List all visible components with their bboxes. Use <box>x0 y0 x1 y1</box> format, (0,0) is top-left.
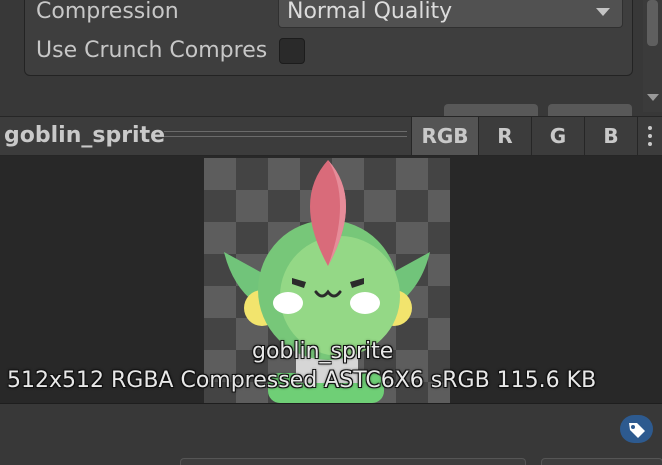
compression-dropdown[interactable]: Normal Quality <box>278 0 623 28</box>
channel-r-button[interactable]: R <box>478 117 531 155</box>
inspector-scrollbar[interactable] <box>643 0 662 112</box>
compression-label: Compression <box>36 0 179 24</box>
channel-b-button[interactable]: B <box>584 117 637 155</box>
preview-overlay-name: goblin_sprite <box>252 339 394 364</box>
texture-preview-area: goblin_sprite 512x512 RGBA Compressed AS… <box>0 156 662 403</box>
preview-toolbar: goblin_sprite RGB R G B <box>0 116 662 156</box>
import-settings-panel: Compression Normal Quality Use Crunch Co… <box>24 0 633 76</box>
crunch-compression-checkbox[interactable] <box>279 38 305 64</box>
texture-info-label: 512x512 RGBA Compressed ASTC6X6 sRGB 115… <box>7 368 597 393</box>
channel-rgb-button[interactable]: RGB <box>411 117 478 155</box>
goblin-sprite-image <box>224 160 430 403</box>
scroll-down-arrow-icon[interactable] <box>647 94 659 101</box>
preview-bottom-divider <box>0 403 662 404</box>
compression-value: Normal Quality <box>287 0 453 24</box>
preview-drag-handle[interactable] <box>164 131 407 140</box>
preview-asset-name: goblin_sprite <box>4 123 166 148</box>
channel-g-button[interactable]: G <box>531 117 584 155</box>
crunch-compression-label: Use Crunch Compres <box>36 38 268 63</box>
asset-label-icon[interactable] <box>620 415 653 443</box>
chevron-down-icon <box>596 8 610 16</box>
kebab-menu-icon[interactable] <box>637 117 662 155</box>
scrollbar-thumb[interactable] <box>647 0 658 46</box>
